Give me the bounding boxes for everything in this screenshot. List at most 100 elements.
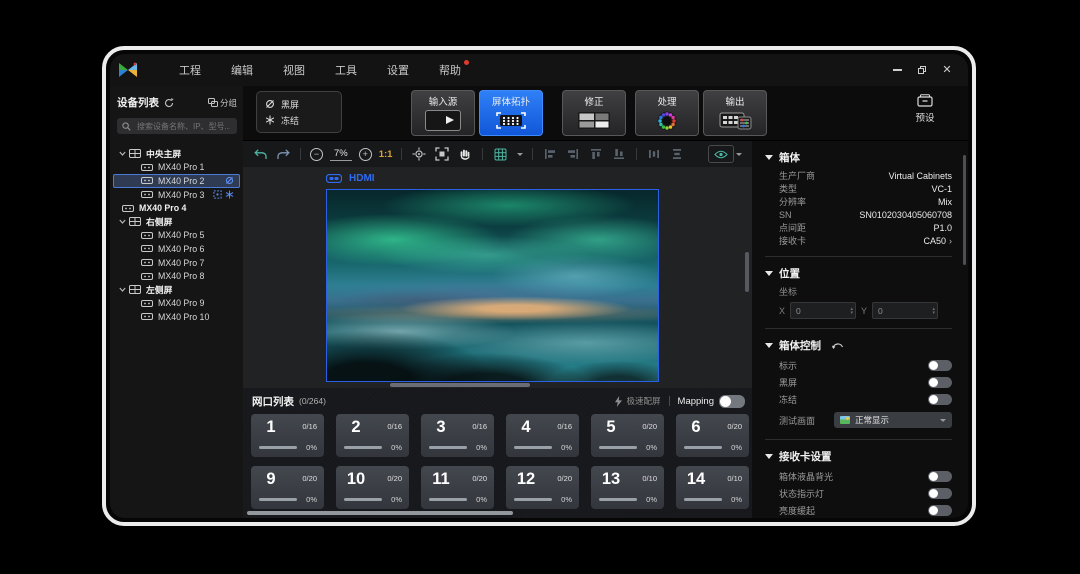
section-cabinet-control[interactable]: 箱体控制	[765, 337, 952, 353]
distribute-horizontal-icon[interactable]	[646, 146, 662, 162]
toggle-switch[interactable]	[928, 471, 952, 482]
grid-dropdown-caret[interactable]	[517, 153, 523, 156]
zoom-level[interactable]: 7%	[330, 148, 352, 161]
port-tile[interactable]: 4 0/16 0%	[506, 414, 579, 457]
ports-horizontal-scrollbar[interactable]	[247, 511, 513, 515]
device-tree-row[interactable]: MX40 Pro 7	[113, 256, 240, 270]
port-tile[interactable]: 3 0/16 0%	[421, 414, 494, 457]
spinner-arrows[interactable]: ▴▾	[851, 303, 854, 318]
distribute-vertical-icon[interactable]	[669, 146, 685, 162]
toggle-switch[interactable]	[928, 360, 952, 371]
tab-screen-topology[interactable]: 屏体拓扑	[479, 90, 543, 136]
search-box[interactable]	[117, 118, 237, 134]
preset-button[interactable]: 预设	[903, 94, 947, 124]
port-tile[interactable]: 13 0/10 0%	[591, 466, 664, 509]
device-list-sidebar: 设备列表 分组	[110, 86, 243, 518]
menu-item[interactable]: 帮助	[424, 58, 476, 82]
menu-item[interactable]: 工具	[320, 58, 372, 82]
toggle-switch[interactable]	[928, 377, 952, 388]
actual-size-button[interactable]: 1:1	[379, 149, 393, 160]
canvas-horizontal-scrollbar[interactable]	[390, 383, 530, 387]
screen-blackout-action[interactable]: 黑屏	[265, 96, 341, 112]
port-tile[interactable]: 6 0/20 0%	[676, 414, 749, 457]
port-load-percent: 0%	[391, 443, 402, 452]
align-bottom-icon[interactable]	[611, 146, 627, 162]
toggle-row: 冻结	[765, 391, 952, 408]
panel-scrollbar[interactable]	[963, 155, 966, 265]
device-tree-row[interactable]: 左侧屏	[113, 283, 240, 297]
close-button[interactable]: ✕	[940, 63, 954, 77]
device-tree-row[interactable]: MX40 Pro 1	[113, 161, 240, 175]
toggle-switch[interactable]	[928, 505, 952, 516]
pan-hand-icon[interactable]	[457, 146, 473, 162]
menu-item[interactable]: 工程	[164, 58, 216, 82]
toggle-switch[interactable]	[928, 394, 952, 405]
port-tile[interactable]: 10 0/20 0%	[336, 466, 409, 509]
port-tile[interactable]: 14 0/10 0%	[676, 466, 749, 509]
device-tree-row[interactable]: MX40 Pro 6	[113, 242, 240, 256]
toggle-switch[interactable]	[928, 488, 952, 499]
chevron-down-icon[interactable]	[119, 219, 127, 224]
menu-item-label: 设置	[387, 65, 409, 77]
device-tree-row[interactable]: 右侧屏	[113, 215, 240, 229]
menu-item[interactable]: 视图	[268, 58, 320, 82]
device-tree-row[interactable]: MX40 Pro 4	[113, 201, 240, 215]
hdmi-source-region[interactable]	[326, 189, 659, 382]
fit-selection-icon[interactable]	[434, 146, 450, 162]
port-tile[interactable]: 11 0/20 0%	[421, 466, 494, 509]
tab-output[interactable]: 输出	[703, 90, 767, 136]
align-right-icon[interactable]	[565, 146, 581, 162]
port-tile[interactable]: 9 0/20 0%	[251, 466, 324, 509]
y-value-field[interactable]	[873, 305, 924, 317]
zoom-in-icon[interactable]: +	[359, 148, 372, 161]
restore-button[interactable]	[915, 63, 929, 77]
screen-freeze-action[interactable]: 冻结	[265, 112, 341, 128]
port-load-bar	[344, 498, 382, 501]
group-button[interactable]: 分组	[208, 97, 237, 109]
device-tree-row[interactable]: MX40 Pro 9	[113, 297, 240, 311]
undo-icon[interactable]	[252, 146, 268, 162]
minimize-button[interactable]	[890, 63, 904, 77]
refresh-icon[interactable]	[164, 98, 174, 108]
redo-icon[interactable]	[275, 146, 291, 162]
quick-config-label[interactable]: 极速配屏	[627, 395, 661, 407]
canvas-vertical-scrollbar[interactable]	[745, 252, 749, 292]
tab-input-source[interactable]: 输入源	[411, 90, 475, 136]
section-position[interactable]: 位置	[765, 265, 952, 281]
section-cabinet[interactable]: 箱体	[765, 149, 952, 165]
port-tile[interactable]: 2 0/16 0%	[336, 414, 409, 457]
mapping-toggle[interactable]	[719, 395, 745, 408]
port-tile[interactable]: 12 0/20 0%	[506, 466, 579, 509]
zoom-out-icon[interactable]: −	[310, 148, 323, 161]
reset-icon[interactable]	[831, 341, 844, 349]
section-receiving-card[interactable]: 接收卡设置	[765, 448, 952, 464]
device-tree-row[interactable]: 中央主屏	[113, 147, 240, 161]
test-pattern-dropdown[interactable]: 正常显示	[834, 412, 952, 428]
menu-item[interactable]: 设置	[372, 58, 424, 82]
x-coordinate-input[interactable]: ▴▾	[790, 302, 856, 319]
menu-item[interactable]: 编辑	[216, 58, 268, 82]
view-options-button[interactable]	[708, 145, 742, 163]
chevron-down-icon[interactable]	[119, 151, 127, 156]
align-top-icon[interactable]	[588, 146, 604, 162]
device-tree-row[interactable]: MX40 Pro 5	[113, 229, 240, 243]
port-tile[interactable]: 5 0/20 0%	[591, 414, 664, 457]
search-input[interactable]	[135, 121, 232, 132]
tab-processing[interactable]: 处理	[635, 90, 699, 136]
device-tree-row[interactable]: MX40 Pro 8	[113, 269, 240, 283]
device-tree-row[interactable]: MX40 Pro 10	[113, 310, 240, 324]
x-value-field[interactable]	[791, 305, 842, 317]
chevron-right-icon[interactable]: ›	[949, 236, 952, 246]
y-coordinate-input[interactable]: ▴▾	[872, 302, 938, 319]
align-left-icon[interactable]	[542, 146, 558, 162]
tab-correction[interactable]: 修正	[562, 90, 626, 136]
spinner-arrows[interactable]: ▴▾	[933, 303, 936, 318]
device-tree-row[interactable]: MX40 Pro 2	[113, 174, 240, 188]
grid-icon[interactable]	[492, 146, 508, 162]
device-tree-row[interactable]: MX40 Pro 3	[113, 188, 240, 202]
chevron-down-icon[interactable]	[119, 287, 127, 292]
device-tree: 中央主屏 MX40 Pro 1	[110, 140, 243, 518]
port-tile[interactable]: 1 0/16 0%	[251, 414, 324, 457]
topology-canvas[interactable]: HDMI	[243, 167, 752, 388]
locate-target-icon[interactable]	[411, 146, 427, 162]
